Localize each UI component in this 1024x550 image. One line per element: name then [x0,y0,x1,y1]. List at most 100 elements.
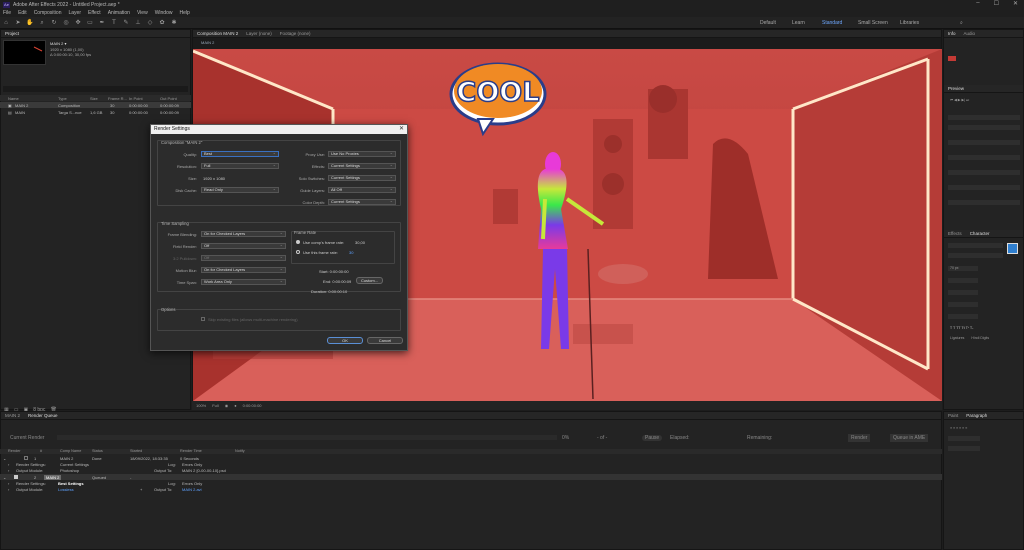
pen-tool-icon[interactable]: ✒ [98,19,106,27]
menu-window[interactable]: Window [155,10,173,16]
tab-preview[interactable]: Preview [948,86,964,91]
rotate-tool-icon[interactable]: ↻ [50,19,58,27]
render-button[interactable]: Render [848,434,871,442]
solo-select[interactable]: Current Settings [328,175,396,181]
time-span-select[interactable]: Work Area Only [201,279,286,285]
render-checkbox[interactable] [14,474,18,479]
queue-in-ame-button[interactable]: Queue in AME [890,434,929,442]
proxy-select[interactable]: Use No Proxies [328,151,396,157]
stroke-width-field[interactable] [948,290,978,295]
puppet-tool-icon[interactable]: ✱ [170,19,178,27]
resolution-select[interactable]: Full [201,163,279,169]
dialog-close-icon[interactable]: ✕ [399,125,404,134]
col-size[interactable]: Size [90,96,98,101]
menu-view[interactable]: View [137,10,148,16]
menu-edit[interactable]: Edit [18,10,27,16]
guide-select[interactable]: All Off [328,187,396,193]
roto-tool-icon[interactable]: ✿ [158,19,166,27]
rq-out-value[interactable]: MAIN 2.avi [182,487,202,492]
rq-col-render-time[interactable]: Render Time [180,449,202,453]
type-tool-icon[interactable]: T [110,19,118,27]
col-type[interactable]: Type [58,96,67,101]
cancel-button[interactable]: Cancel [367,337,403,344]
expand-icon[interactable]: › [8,487,9,492]
preview-option[interactable] [948,185,1020,190]
workspace-learn[interactable]: Learn [792,20,805,26]
rq-log-value[interactable]: Errors Only [182,481,202,486]
playback-controls[interactable]: ⏮ ◀ ▶ ▶| ⏭ [948,98,1020,103]
project-search-input[interactable] [3,86,188,92]
rq-col-num[interactable]: # [40,449,42,453]
faux-styles-row[interactable]: T T TT Tt T¹ T₁ [948,326,1020,331]
kerning-field[interactable] [948,278,978,283]
this-fr-value[interactable]: 30 [349,250,353,255]
col-frame-rate[interactable]: Frame R... [108,96,127,101]
home-icon[interactable]: ⌂ [2,19,10,27]
expand-icon[interactable]: › [8,468,9,473]
menu-layer[interactable]: Layer [68,10,81,16]
use-comp-fr-radio[interactable] [296,240,300,244]
rq-sub-value[interactable]: Lossless [58,487,74,492]
tab-paint[interactable]: Paint [948,413,958,418]
render-checkbox[interactable] [24,455,28,460]
custom-button[interactable]: Custom... [356,277,383,284]
indent-field[interactable] [948,436,980,441]
col-name[interactable]: Name [8,96,19,101]
comp-subtab[interactable]: MAIN 2 [193,38,941,46]
effects-select[interactable]: Current Settings [328,163,396,169]
zoom-select[interactable]: 100% [196,403,206,408]
tab-render-queue[interactable]: Render Queue [28,413,58,418]
rq-out-value[interactable]: MAIN 2 [0-00-00-10].psd [182,468,226,473]
ligatures-checkbox[interactable]: Ligatures [950,336,964,340]
vertical-scale-field[interactable] [948,302,978,307]
channel-icon[interactable]: ● [234,403,236,408]
tab-project[interactable]: Project [5,31,19,36]
search-help-icon[interactable]: ⌕ [960,20,963,26]
field-render-select[interactable]: Off [201,243,286,249]
rq-log-value[interactable]: Errors Only [182,462,202,467]
rq-col-status[interactable]: Status [92,449,103,453]
preview-option[interactable] [948,155,1020,160]
rectangle-tool-icon[interactable]: ▭ [86,19,94,27]
rq-col-comp[interactable]: Comp Name [60,449,81,453]
tab-layer[interactable]: Layer (none) [246,31,272,36]
pulldown-select[interactable]: Off [201,255,286,261]
disk-cache-select[interactable]: Read Only [201,187,279,193]
tab-footage[interactable]: Footage (none) [280,31,311,36]
add-output-icon[interactable]: + [140,487,142,492]
project-row[interactable]: ▣ MAIN 2 Composition 30 0:00:00:00 0:00:… [0,102,191,108]
ok-button[interactable]: OK [327,337,363,344]
current-time[interactable]: 0:00:00:00 [243,403,262,408]
expand-icon[interactable]: ⌄ [3,456,6,461]
menu-help[interactable]: Help [179,10,189,16]
preview-option[interactable] [948,200,1020,205]
skip-existing-checkbox[interactable] [201,317,205,321]
expand-icon[interactable]: ⌄ [3,475,6,480]
rq-col-render[interactable]: Render [8,449,20,453]
baseline-shift-field[interactable] [948,314,978,319]
maximize-icon[interactable]: ☐ [994,0,999,7]
rq-sub-value[interactable]: Best Settings [58,481,84,486]
camera-tool-icon[interactable]: ◎ [62,19,70,27]
workspace-standard[interactable]: Standard [822,20,842,26]
tab-paragraph[interactable]: Paragraph [966,413,987,418]
rq-col-notify[interactable]: Notify [235,449,245,453]
rq-sub-value[interactable]: Current Settings [60,462,89,467]
motion-blur-select[interactable]: On for Checked Layers [201,267,286,273]
tab-info[interactable]: Info [948,31,956,36]
quality-select[interactable]: Best [201,151,279,157]
workspace-default[interactable]: Default [760,20,776,26]
fill-color-swatch[interactable] [1007,243,1018,254]
font-style-select[interactable] [948,253,1003,258]
menu-effect[interactable]: Effect [88,10,101,16]
indent-field[interactable] [948,446,980,451]
tab-character[interactable]: Character [970,231,990,236]
color-depth-select[interactable]: Current Settings [328,199,396,205]
zoom-tool-icon[interactable]: ⌕ [38,19,46,27]
pause-button[interactable]: Pause [642,435,663,441]
hindi-digits-checkbox[interactable]: Hindi Digits [971,336,989,340]
font-size-field[interactable]: 70 px [948,266,978,271]
align-buttons[interactable]: ≡ ≡ ≡ ≡ ≡ ≡ [948,426,1020,431]
tab-audio[interactable]: Audio [964,31,976,36]
rq-col-started[interactable]: Started [130,449,142,453]
